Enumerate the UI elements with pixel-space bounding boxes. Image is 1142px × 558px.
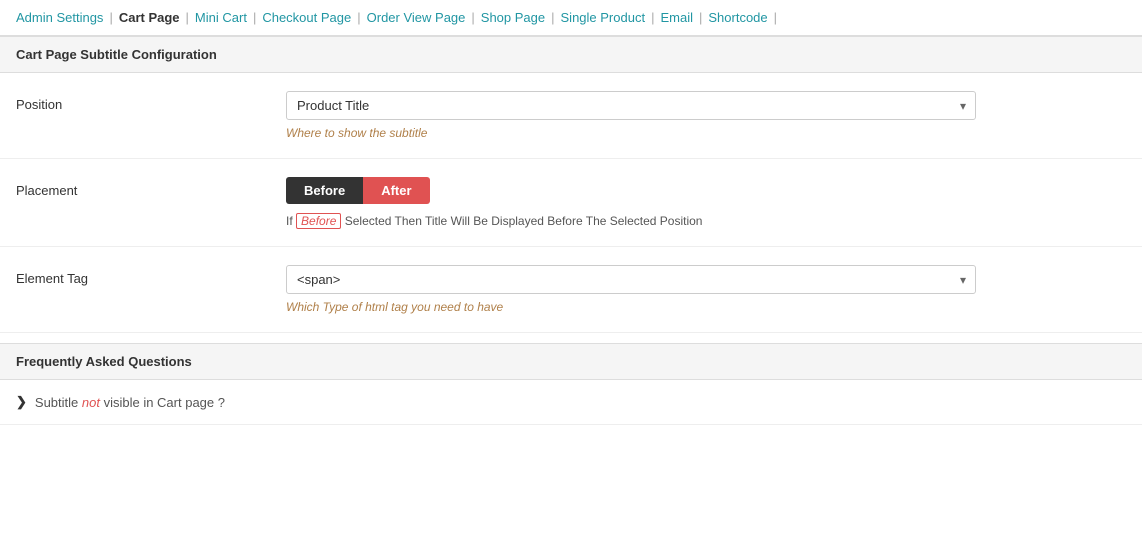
top-navigation: Admin Settings | Cart Page | Mini Cart |… — [0, 0, 1142, 36]
faq-chevron-icon: ❯ — [16, 394, 27, 410]
placement-hint-prefix: If — [286, 214, 293, 228]
faq-section-header: Frequently Asked Questions — [0, 343, 1142, 380]
nav-separator-4: | — [357, 10, 360, 25]
position-label: Position — [16, 91, 286, 112]
nav-separator-3: | — [253, 10, 256, 25]
faq-section: Frequently Asked Questions ❯ Subtitle no… — [0, 343, 1142, 425]
faq-item-text: Subtitle not visible in Cart page ? — [35, 395, 225, 410]
element-tag-label: Element Tag — [16, 265, 286, 286]
placement-hint-keyword: Before — [296, 213, 341, 229]
section-header: Cart Page Subtitle Configuration — [0, 36, 1142, 73]
faq-text-prefix: Subtitle — [35, 395, 82, 410]
main-content: Cart Page Subtitle Configuration Positio… — [0, 36, 1142, 425]
placement-control: Before After If Before Selected Then Tit… — [286, 177, 1126, 228]
element-tag-row: Element Tag <span> <div> <p> <h1> <h2> <… — [0, 247, 1142, 333]
position-select-wrapper: Product Title Product Name Below Title A… — [286, 91, 976, 120]
nav-separator-5: | — [471, 10, 474, 25]
placement-before-button[interactable]: Before — [286, 177, 363, 204]
faq-not-word: not — [82, 395, 100, 410]
placement-toggle-group: Before After — [286, 177, 430, 204]
nav-mini-cart[interactable]: Mini Cart — [191, 8, 251, 27]
position-control: Product Title Product Name Below Title A… — [286, 91, 1126, 140]
position-select[interactable]: Product Title Product Name Below Title A… — [286, 91, 976, 120]
nav-order-view-page[interactable]: Order View Page — [363, 8, 470, 27]
placement-after-button[interactable]: After — [363, 177, 429, 204]
nav-admin-settings[interactable]: Admin Settings — [12, 8, 107, 27]
section-title: Cart Page Subtitle Configuration — [16, 47, 217, 62]
placement-label: Placement — [16, 177, 286, 198]
element-tag-control: <span> <div> <p> <h1> <h2> <h3> Which Ty… — [286, 265, 1126, 314]
faq-section-title: Frequently Asked Questions — [16, 354, 192, 369]
element-tag-hint: Which Type of html tag you need to have — [286, 300, 1126, 314]
nav-separator-8: | — [699, 10, 702, 25]
nav-single-product[interactable]: Single Product — [557, 8, 650, 27]
element-tag-select[interactable]: <span> <div> <p> <h1> <h2> <h3> — [286, 265, 976, 294]
element-tag-select-wrapper: <span> <div> <p> <h1> <h2> <h3> — [286, 265, 976, 294]
nav-cart-page[interactable]: Cart Page — [115, 8, 184, 27]
nav-separator-1: | — [109, 10, 112, 25]
position-hint: Where to show the subtitle — [286, 126, 1126, 140]
nav-shortcode[interactable]: Shortcode — [704, 8, 771, 27]
placement-hint: If Before Selected Then Title Will Be Di… — [286, 214, 1126, 228]
faq-text-suffix: visible in Cart page ? — [100, 395, 225, 410]
nav-separator-7: | — [651, 10, 654, 25]
nav-separator-6: | — [551, 10, 554, 25]
position-row: Position Product Title Product Name Belo… — [0, 73, 1142, 159]
placement-row: Placement Before After If Before Selecte… — [0, 159, 1142, 247]
nav-separator-9: | — [774, 10, 777, 25]
placement-hint-suffix: Selected Then Title Will Be Displayed Be… — [345, 214, 703, 228]
nav-email[interactable]: Email — [656, 8, 697, 27]
faq-item-1[interactable]: ❯ Subtitle not visible in Cart page ? — [0, 380, 1142, 425]
nav-separator-2: | — [186, 10, 189, 25]
nav-shop-page[interactable]: Shop Page — [477, 8, 549, 27]
nav-checkout-page[interactable]: Checkout Page — [258, 8, 355, 27]
